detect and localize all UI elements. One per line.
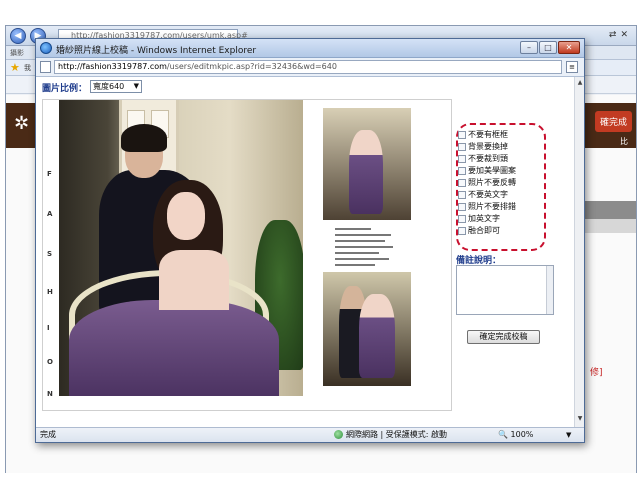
option-label: 不要英文字 (468, 190, 508, 199)
option-checkbox[interactable]: 要加美學圖案 (456, 165, 516, 177)
option-label: 照片不要排錯 (468, 202, 516, 211)
options-list: 不要有框框 背景要換掉 不要裁到頭 要加美學圖案 照片不要反轉 不要英文字 照片… (456, 129, 516, 237)
fashion-vertical-text: F A S H I O N (43, 100, 59, 400)
option-checkbox[interactable]: 不要有框框 (456, 129, 516, 141)
collage-photo-bottom (323, 272, 411, 386)
chevron-down-icon: ▼ (133, 82, 139, 90)
option-checkbox[interactable]: 背景要換掉 (456, 141, 516, 153)
status-done: 完成 (40, 430, 56, 439)
status-zone-text: 網際網路 | 受保護模式: 啟動 (346, 430, 448, 439)
background-red-link[interactable]: 修] (590, 365, 603, 378)
option-checkbox[interactable]: 照片不要排錯 (456, 201, 516, 213)
photo-groom-hair (121, 124, 167, 152)
photo-bride-face (167, 192, 205, 240)
checkbox-icon[interactable] (458, 227, 466, 235)
background-grey-block-light (584, 219, 636, 233)
main-wedding-photo (59, 100, 303, 396)
collage-bride-figure (349, 130, 383, 214)
collage-text-line (335, 252, 379, 254)
option-checkbox[interactable]: 融合即可 (456, 225, 516, 237)
option-label: 背景要換掉 (468, 142, 508, 151)
collage-text-line (335, 246, 393, 248)
collage-text-line (335, 234, 391, 236)
internet-globe-icon (334, 430, 343, 439)
zoom-chevron-down-icon[interactable]: ▼ (566, 428, 571, 442)
popup-status-bar: 完成 網際網路 | 受保護模式: 啟動 🔍 100% ▼ (36, 427, 584, 442)
popup-titlebar[interactable]: 婚紗照片線上校稿 - Windows Internet Explorer – □… (36, 39, 584, 58)
ratio-select[interactable]: 寬度640 ▼ (90, 80, 142, 93)
ratio-row: 圖片比例： 寬度640 ▼ (42, 80, 142, 94)
proof-canvas: F A S H I O N (42, 99, 452, 411)
remark-scrollbar[interactable] (546, 266, 553, 314)
popup-window: 婚紗照片線上校稿 - Windows Internet Explorer – □… (35, 38, 585, 443)
background-grey-block (584, 201, 636, 219)
status-zone: 網際網路 | 受保護模式: 啟動 (334, 428, 447, 442)
option-checkbox[interactable]: 不要裁到頭 (456, 153, 516, 165)
scroll-up-icon[interactable]: ▲ (576, 79, 584, 87)
zoom-value: 100% (510, 430, 534, 439)
collage-bride-figure (359, 294, 395, 378)
confirm-proof-button[interactable]: 確定完成校稿 (467, 330, 540, 344)
checkbox-icon[interactable] (458, 167, 466, 175)
minimize-button[interactable]: – (520, 41, 538, 54)
checkbox-icon[interactable] (458, 191, 466, 199)
maximize-button[interactable]: □ (539, 41, 557, 54)
popup-vertical-scrollbar[interactable]: ▲ ▼ (574, 77, 584, 427)
remark-textarea[interactable] (456, 265, 554, 315)
page-icon (40, 61, 51, 73)
checkbox-icon[interactable] (458, 203, 466, 211)
checkbox-icon[interactable] (458, 131, 466, 139)
option-checkbox[interactable]: 照片不要反轉 (456, 177, 516, 189)
checkbox-icon[interactable] (458, 179, 466, 187)
url-host: http://fashion3319787.com (58, 62, 167, 71)
checkbox-icon[interactable] (458, 215, 466, 223)
fashion-letter: O (47, 358, 53, 366)
collage-text-block (327, 224, 411, 270)
url-path: /users/editmkpic.asp?rid=32436&wd=640 (166, 62, 337, 71)
checkbox-icon[interactable] (458, 155, 466, 163)
popup-content: 圖片比例： 寬度640 ▼ F A S H I O N 不要有框框 背景要換掉 … (36, 77, 584, 427)
option-checkbox[interactable]: 加英文字 (456, 213, 516, 225)
collage-text-line (335, 264, 375, 266)
collage-text-line (335, 240, 385, 242)
popup-url-field[interactable]: http://fashion3319787.com/users/editmkpi… (54, 60, 562, 74)
option-label: 加英文字 (468, 214, 500, 223)
fashion-letter: F (47, 170, 52, 178)
photo-bride-gown (69, 300, 279, 396)
fashion-letter: A (47, 210, 53, 218)
back-icon[interactable]: ◀ (10, 28, 26, 44)
favorites-star-icon[interactable]: ★ (10, 61, 20, 74)
photo-collage (321, 100, 451, 396)
background-finish-button[interactable]: 確完成 (594, 111, 632, 132)
zoom-level[interactable]: 🔍 100% (498, 428, 533, 442)
popup-address-bar: http://fashion3319787.com/users/editmkpi… (36, 58, 584, 77)
collage-text-line (335, 258, 389, 260)
option-label: 融合即可 (468, 226, 500, 235)
option-label: 不要裁到頭 (468, 154, 508, 163)
fashion-letter: N (47, 390, 53, 398)
favorites-text: 我 (24, 64, 31, 72)
ratio-select-value: 寬度640 (93, 82, 125, 91)
page-menu-icon[interactable]: ≡ (566, 61, 578, 73)
close-button[interactable]: ✕ (558, 41, 580, 54)
popup-title: 婚紗照片線上校稿 - Windows Internet Explorer (56, 46, 257, 56)
collage-photo-top (323, 108, 411, 220)
scroll-down-icon[interactable]: ▼ (576, 415, 584, 423)
option-label: 照片不要反轉 (468, 178, 516, 187)
option-label: 不要有框框 (468, 130, 508, 139)
checkbox-icon[interactable] (458, 143, 466, 151)
fashion-letter: I (47, 324, 50, 332)
option-label: 要加美學圖案 (468, 166, 516, 175)
background-window-controls[interactable]: ⇄✕ (609, 30, 632, 40)
ratio-label: 圖片比例： (42, 84, 88, 94)
option-checkbox[interactable]: 不要英文字 (456, 189, 516, 201)
fashion-letter: S (47, 250, 53, 258)
fashion-letter: H (47, 288, 53, 296)
photo-bride-shoulders (159, 250, 229, 310)
flower-logo-icon: ✲ (14, 113, 30, 134)
collage-text-line (335, 228, 371, 230)
ie-logo-icon (40, 42, 52, 54)
background-banner-text: 比 (620, 137, 628, 146)
